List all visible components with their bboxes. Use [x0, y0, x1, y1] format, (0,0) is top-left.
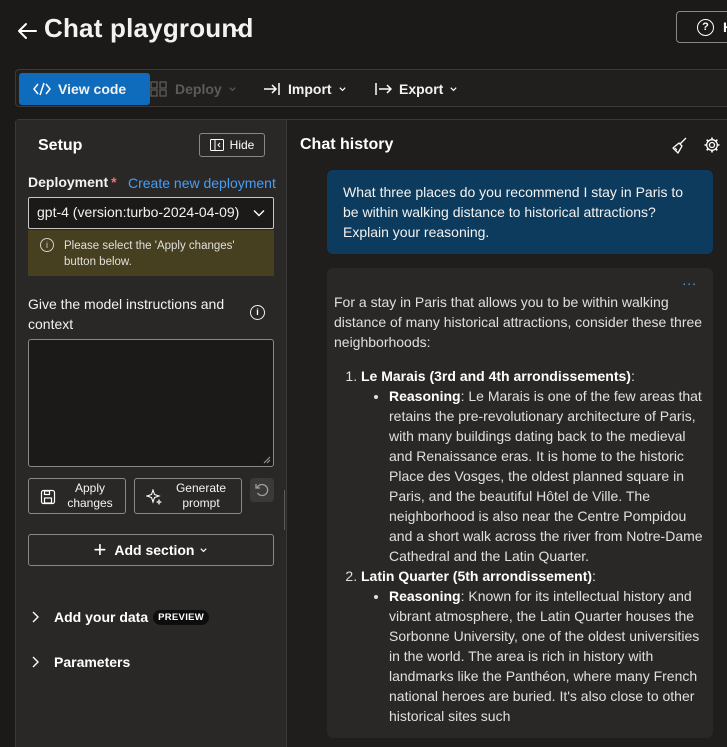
- deploy-icon: [150, 81, 167, 97]
- import-button[interactable]: Import: [263, 73, 347, 105]
- deploy-button[interactable]: Deploy: [150, 73, 237, 105]
- more-options-icon[interactable]: ...: [682, 270, 697, 290]
- apply-changes-button[interactable]: Apply changes: [28, 478, 126, 514]
- chevron-down-icon[interactable]: [231, 23, 243, 35]
- chevron-down-icon: [229, 86, 236, 91]
- deployment-value: gpt-4 (version:turbo-2024-04-09): [37, 204, 240, 220]
- save-icon: [40, 489, 56, 505]
- parameters-label: Parameters: [54, 654, 131, 670]
- add-your-data-accordion[interactable]: Add your data PREVIEW: [30, 609, 210, 625]
- chevron-down-icon: [338, 86, 346, 91]
- info-icon: i: [40, 238, 54, 252]
- export-button[interactable]: Export: [374, 73, 458, 105]
- import-icon: [264, 83, 280, 95]
- chat-panel: Chat history What three places do you re…: [287, 120, 727, 747]
- collapse-panel-icon: [209, 139, 224, 151]
- reset-button[interactable]: [250, 478, 274, 502]
- list-item: Reasoning: Known for its intellectual hi…: [389, 586, 705, 726]
- create-deployment-link[interactable]: Create new deployment: [128, 175, 276, 191]
- view-code-label: View code: [58, 81, 127, 97]
- view-code-button[interactable]: View code: [19, 73, 150, 105]
- deployment-select[interactable]: gpt-4 (version:turbo-2024-04-09): [28, 197, 274, 229]
- item-title: Le Marais (3rd and 4th arrondissements): [361, 368, 631, 384]
- add-section-label: Add section: [114, 542, 195, 558]
- chevron-down-icon: [253, 210, 265, 217]
- chevron-down-icon: [200, 547, 208, 552]
- toolbar: View code Deploy Import Export: [15, 69, 727, 107]
- preview-badge: PREVIEW: [153, 609, 210, 625]
- export-icon: [375, 83, 392, 95]
- settings-gear-icon[interactable]: [703, 136, 721, 154]
- undo-icon: [255, 483, 269, 497]
- required-marker: *: [111, 174, 117, 190]
- warning-text: Please select the 'Apply changes' button…: [64, 240, 235, 268]
- warning-message: i Please select the 'Apply changes' butt…: [28, 230, 274, 276]
- reason-text: Le Marais is one of the few areas that r…: [389, 388, 703, 564]
- chevron-down-icon: [450, 86, 457, 91]
- help-button[interactable]: ? H: [676, 11, 727, 43]
- chevron-right-icon: [32, 611, 39, 623]
- setup-title: Setup: [38, 137, 83, 154]
- instructions-label: Give the model instructions and context: [28, 296, 225, 332]
- resize-grip-icon[interactable]: [263, 456, 271, 464]
- user-message: What three places do you recommend I sta…: [327, 170, 713, 254]
- list-item: Latin Quarter (5th arrondissement): Reas…: [361, 566, 705, 726]
- user-message-text: What three places do you recommend I sta…: [343, 184, 684, 240]
- add-your-data-label: Add your data: [54, 609, 149, 625]
- instructions-textarea[interactable]: [28, 339, 274, 467]
- plus-icon: +: [93, 537, 107, 562]
- reason-label: Reasoning: [389, 588, 461, 604]
- parameters-accordion[interactable]: Parameters: [30, 654, 130, 670]
- assistant-message: ... For a stay in Paris that allows you …: [327, 268, 713, 738]
- page-title: Chat playground: [44, 13, 254, 43]
- chevron-right-icon: [32, 656, 39, 668]
- header: Chat playground ? H: [0, 0, 727, 62]
- reason-label: Reasoning: [389, 388, 461, 404]
- chat-history-title: Chat history: [300, 136, 394, 153]
- help-label: H: [723, 19, 727, 35]
- reason-text: Known for its intellectual history and v…: [389, 588, 700, 724]
- hide-label: Hide: [229, 138, 255, 152]
- apply-changes-label: Apply changes: [67, 481, 113, 510]
- code-icon: [33, 82, 51, 96]
- back-arrow-icon[interactable]: [16, 20, 38, 42]
- sparkle-icon: [146, 489, 162, 505]
- export-label: Export: [399, 81, 444, 97]
- deployment-label: Deployment *: [28, 174, 117, 190]
- add-section-button[interactable]: + Add section: [28, 534, 274, 566]
- setup-panel: Setup Hide Deployment * Create new deploy…: [16, 120, 286, 747]
- deploy-label: Deploy: [175, 81, 222, 97]
- info-icon[interactable]: i: [250, 305, 265, 320]
- item-title: Latin Quarter (5th arrondissement): [361, 568, 593, 584]
- generate-prompt-button[interactable]: Generate prompt: [134, 478, 242, 514]
- clear-chat-icon[interactable]: [671, 136, 689, 154]
- list-item: Le Marais (3rd and 4th arrondissements):…: [361, 366, 705, 566]
- help-icon: ?: [697, 19, 714, 36]
- hide-button[interactable]: Hide: [199, 133, 265, 157]
- list-item: Reasoning: Le Marais is one of the few a…: [389, 386, 705, 566]
- import-label: Import: [288, 81, 332, 97]
- recommendation-list: Le Marais (3rd and 4th arrondissements):…: [361, 366, 705, 726]
- assistant-intro: For a stay in Paris that allows you to b…: [334, 294, 703, 350]
- main-panel: Setup Hide Deployment * Create new deploy…: [15, 119, 727, 747]
- generate-prompt-label: Generate prompt: [175, 481, 227, 510]
